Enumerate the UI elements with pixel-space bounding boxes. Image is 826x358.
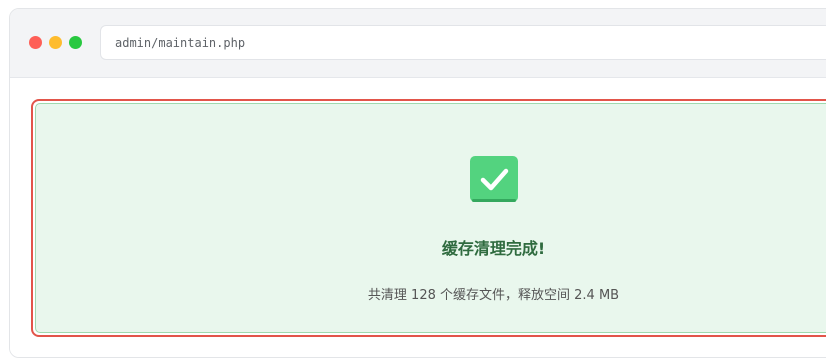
check-icon: [470, 156, 518, 202]
success-alert: 缓存清理完成! 共清理 128 个缓存文件，释放空间 2.4 MB: [31, 99, 826, 337]
maximize-window-button[interactable]: [69, 36, 82, 49]
close-window-button[interactable]: [29, 36, 42, 49]
minimize-window-button[interactable]: [49, 36, 62, 49]
browser-titlebar: admin/maintain.php: [10, 9, 826, 78]
success-description: 共清理 128 个缓存文件，释放空间 2.4 MB: [367, 288, 620, 303]
page-content: 缓存清理完成! 共清理 128 个缓存文件，释放空间 2.4 MB: [10, 78, 826, 357]
address-bar[interactable]: admin/maintain.php: [100, 25, 826, 60]
success-alert-body: 缓存清理完成! 共清理 128 个缓存文件，释放空间 2.4 MB: [35, 103, 826, 333]
success-title: 缓存清理完成!: [441, 239, 546, 258]
address-bar-url: admin/maintain.php: [115, 36, 246, 50]
browser-window: admin/maintain.php 缓存清理完成! 共清理 128 个缓存文件…: [9, 8, 826, 358]
